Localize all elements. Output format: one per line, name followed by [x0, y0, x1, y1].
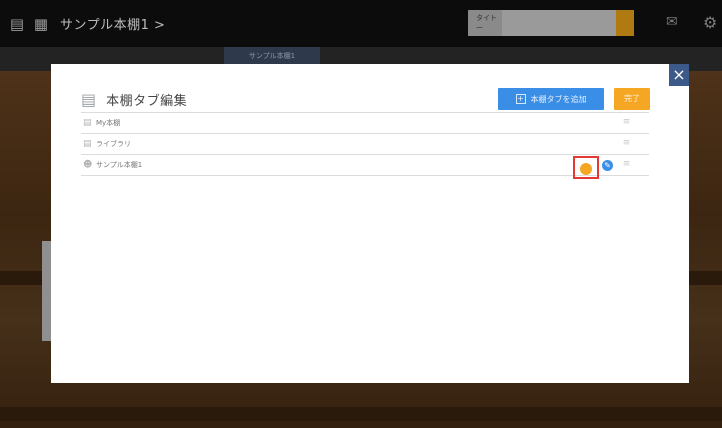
- list-item: ▤ ライブラリ ≡: [81, 134, 649, 155]
- book-icon[interactable]: ▦: [30, 15, 52, 33]
- dialog-header: ▤ 本棚タブ編集: [81, 90, 187, 109]
- drag-handle-icon[interactable]: ≡: [622, 139, 631, 148]
- shelf-plank: [0, 407, 722, 421]
- mail-icon[interactable]: ✉: [666, 14, 678, 30]
- dialog-title: 本棚タブ編集: [106, 94, 188, 109]
- shelf-icon: ▤: [83, 139, 92, 149]
- delete-tab-button[interactable]: [580, 163, 592, 175]
- search-field-selector[interactable]: タイトー: [476, 13, 502, 33]
- shelf-tab-name: ライブラリ: [96, 140, 131, 148]
- page-title[interactable]: サンプル本棚1 >: [60, 14, 165, 33]
- gear-icon[interactable]: ⚙: [703, 13, 717, 32]
- drag-handle-icon[interactable]: ≡: [622, 118, 631, 127]
- add-shelf-tab-label: 本棚タブを追加: [530, 94, 587, 104]
- drag-handle-icon[interactable]: ≡: [622, 160, 631, 169]
- shelf-tab-edit-dialog: ▤ 本棚タブ編集 + 本棚タブを追加 完了 ▤ My本棚 ≡ ▤ ライブラリ ≡…: [51, 64, 689, 383]
- done-button[interactable]: 完了: [614, 88, 650, 110]
- search-box: タイトー: [468, 10, 634, 36]
- shelf-tab-name: サンプル本棚1: [96, 161, 143, 169]
- user-shelf-icon: ☻: [83, 160, 93, 170]
- shelf-icon: ▤: [83, 118, 92, 128]
- shelf-tab-name: My本棚: [96, 119, 121, 127]
- edit-tab-button[interactable]: ✎: [602, 160, 613, 171]
- highlight-box: [573, 156, 599, 179]
- list-item: ☻ サンプル本棚1 ✎ ≡: [81, 155, 649, 179]
- shelf-tab-list: ▤ My本棚 ≡ ▤ ライブラリ ≡ ☻ サンプル本棚1 ✎ ≡: [81, 112, 649, 179]
- plus-icon: +: [515, 94, 526, 104]
- bookshelf-icon: ▤: [81, 90, 97, 109]
- bookshelf-icon[interactable]: ▤: [6, 15, 28, 33]
- top-bar: ▤ ▦ サンプル本棚1 > タイトー ✉ ⚙: [0, 0, 722, 47]
- search-input[interactable]: [502, 10, 617, 36]
- search-button[interactable]: [616, 10, 634, 36]
- add-shelf-tab-button[interactable]: + 本棚タブを追加: [498, 88, 604, 110]
- list-item: ▤ My本棚 ≡: [81, 113, 649, 134]
- close-icon[interactable]: ×: [669, 64, 689, 86]
